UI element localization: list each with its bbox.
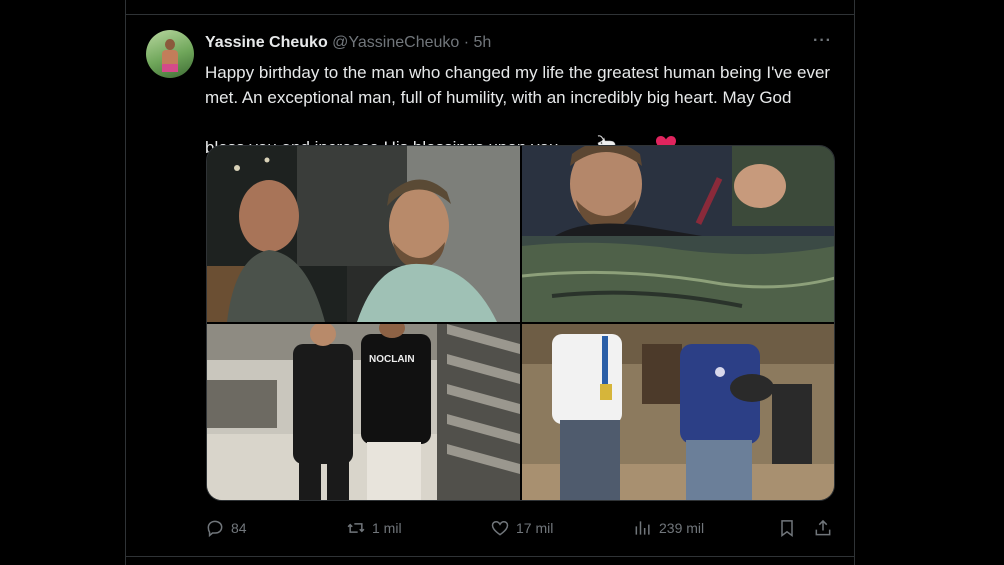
photo-3[interactable]: NOCLAIN xyxy=(207,324,520,500)
svg-text:NOCLAIN: NOCLAIN xyxy=(369,354,415,365)
like-button[interactable]: 17 mil xyxy=(490,515,553,541)
timeline-column: Yassine Cheuko @YassineCheuko · 5h ··· H… xyxy=(125,0,855,565)
previous-post-divider xyxy=(126,14,854,15)
reply-button[interactable]: 84 xyxy=(205,515,247,541)
reply-count: 84 xyxy=(231,520,247,536)
tweet-header: Yassine Cheuko @YassineCheuko · 5h xyxy=(205,33,491,53)
photo-1[interactable] xyxy=(207,146,520,322)
photo-4[interactable] xyxy=(522,324,834,500)
separator: · xyxy=(463,34,470,51)
photo-2[interactable] xyxy=(522,146,834,322)
share-button[interactable] xyxy=(813,515,833,541)
views-button[interactable]: 239 mil xyxy=(633,515,704,541)
view-count: 239 mil xyxy=(659,520,705,536)
analytics-icon xyxy=(635,521,650,535)
share-icon xyxy=(815,519,831,536)
reply-icon xyxy=(207,520,223,538)
avatar[interactable] xyxy=(146,30,194,78)
more-options-button[interactable]: ··· xyxy=(813,33,832,49)
author-handle[interactable]: @YassineCheuko xyxy=(332,34,459,51)
bookmark-button[interactable] xyxy=(777,515,797,541)
heart-icon xyxy=(491,520,509,536)
repost-button[interactable]: 1 mil xyxy=(346,515,402,541)
tweet-actions: 84 1 mil 17 mil 239 mil xyxy=(205,515,837,541)
repost-icon xyxy=(347,523,365,533)
repost-count: 1 mil xyxy=(372,520,402,536)
author-name[interactable]: Yassine Cheuko xyxy=(205,34,328,51)
photo-grid: NOCLAIN xyxy=(206,145,835,501)
timestamp[interactable]: 5h xyxy=(474,34,492,51)
post-divider xyxy=(126,556,854,557)
bookmark-icon xyxy=(781,520,793,537)
tweet-body: Happy birthday to the man who changed my… xyxy=(205,63,831,157)
more-horizontal-icon: ··· xyxy=(813,32,832,49)
like-count: 17 mil xyxy=(516,520,554,536)
